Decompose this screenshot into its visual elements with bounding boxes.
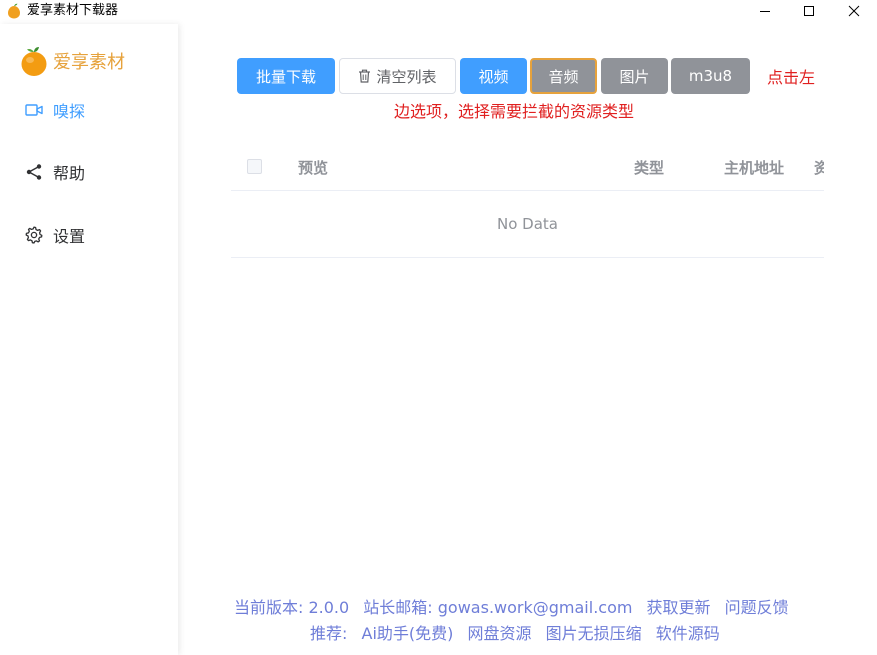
ai-assistant-link[interactable]: Ai助手(免费) (362, 624, 454, 643)
batch-download-button[interactable]: 批量下载 (237, 58, 335, 94)
version-text: 当前版本: 2.0.0 (234, 598, 350, 617)
filter-m3u8-button[interactable]: m3u8 (671, 58, 750, 94)
get-update-link[interactable]: 获取更新 (647, 598, 711, 617)
column-header-resource: 资 (814, 159, 824, 177)
netdisk-link[interactable]: 网盘资源 (467, 624, 531, 643)
gear-icon (24, 225, 44, 245)
filter-image-button[interactable]: 图片 (601, 58, 668, 94)
app-window: 爱享素材下载器 爱享素材 嗅探 帮助 设置 批量下载 清空列表 视频 音频 图片… (0, 0, 877, 655)
orange-fruit-icon (8, 3, 20, 19)
window-title: 爱享素材下载器 (27, 3, 119, 18)
sidebar: 爱享素材 嗅探 帮助 设置 (0, 24, 178, 655)
video-camera-icon (24, 100, 44, 120)
table-header: 预览 类型 主机地址 资 (231, 142, 824, 191)
sidebar-item-label: 设置 (53, 227, 86, 246)
hint-text-line2: 边选项，选择需要拦截的资源类型 (394, 102, 635, 121)
share-icon (24, 162, 44, 182)
maximize-button[interactable] (789, 0, 829, 22)
image-compress-link[interactable]: 图片无损压缩 (546, 624, 642, 643)
select-all-checkbox[interactable] (247, 159, 262, 174)
title-bar: 爱享素材下载器 (0, 0, 877, 24)
empty-placeholder: No Data (497, 215, 558, 233)
sidebar-item-label: 帮助 (53, 164, 86, 183)
brand-name: 爱享素材 (53, 52, 125, 73)
sidebar-item-label: 嗅探 (53, 102, 86, 121)
sidebar-item-help[interactable]: 帮助 (24, 160, 85, 184)
table-body: No Data (231, 191, 824, 258)
close-icon (848, 5, 860, 17)
minimize-button[interactable] (745, 0, 785, 22)
filter-audio-button[interactable]: 音频 (530, 58, 597, 94)
footer-info: 当前版本: 2.0.0 站长邮箱: gowas.work@gmail.com 获… (234, 594, 798, 618)
source-code-link[interactable]: 软件源码 (656, 624, 720, 643)
email-link[interactable]: 站长邮箱: gowas.work@gmail.com (363, 598, 632, 617)
orange-logo-icon (21, 47, 47, 76)
trash-icon (358, 69, 371, 83)
filter-video-button[interactable]: 视频 (460, 58, 527, 94)
column-header-preview: 预览 (298, 159, 329, 177)
footer-recommend: 推荐: Ai助手(免费) 网盘资源 图片无损压缩 软件源码 (310, 620, 729, 644)
sidebar-item-settings[interactable]: 设置 (24, 223, 85, 247)
clear-list-label: 清空列表 (376, 67, 437, 86)
minimize-icon (760, 11, 770, 12)
sidebar-item-sniff[interactable]: 嗅探 (24, 98, 85, 122)
recommend-label: 推荐: (310, 624, 348, 643)
maximize-icon (804, 6, 814, 16)
resource-table: 预览 类型 主机地址 资 No Data (231, 142, 824, 258)
clear-list-button[interactable]: 清空列表 (339, 58, 456, 94)
feedback-link[interactable]: 问题反馈 (725, 598, 789, 617)
close-button[interactable] (834, 0, 874, 22)
column-header-type: 类型 (634, 159, 665, 177)
main-content: 批量下载 清空列表 视频 音频 图片 m3u8 点击左 边选项，选择需要拦截的资… (178, 24, 877, 655)
hint-text-line1: 点击左 (767, 68, 816, 87)
brand: 爱享素材 (20, 44, 125, 78)
column-header-host: 主机地址 (724, 159, 785, 177)
